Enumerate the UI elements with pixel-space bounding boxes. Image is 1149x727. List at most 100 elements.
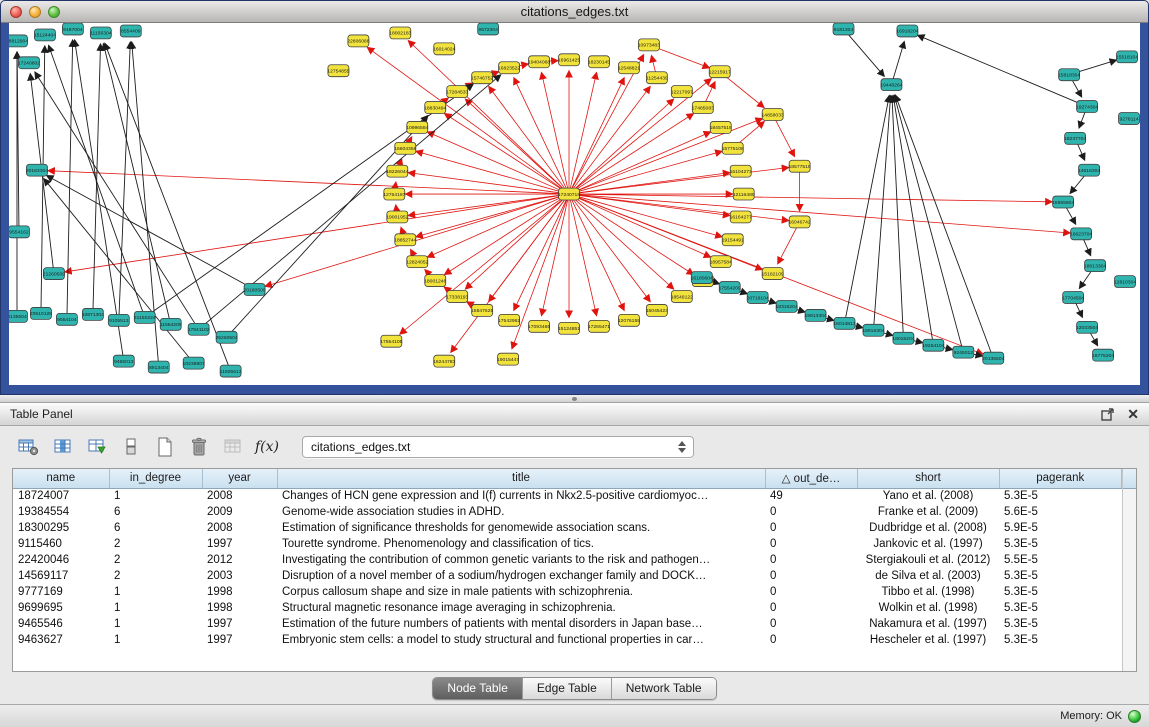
column-header-out_de[interactable]: △ out_de… [765, 469, 857, 488]
graph-node[interactable]: 17093465 [528, 320, 550, 332]
graph-node[interactable]: 9105513 [108, 314, 129, 326]
table-cell[interactable]: 2008 [202, 488, 277, 504]
graph-node[interactable]: 17704504 [1062, 292, 1084, 304]
citation-edge-black[interactable] [895, 95, 993, 358]
tab-network-table[interactable]: Network Table [612, 678, 716, 699]
close-window-button[interactable] [10, 6, 22, 18]
graph-node[interactable]: 15775108 [722, 142, 744, 154]
citation-edge-black[interactable] [893, 95, 933, 345]
graph-node[interactable]: 10996584 [406, 121, 428, 133]
graph-node[interactable]: 18230145 [588, 56, 610, 68]
graph-node[interactable]: 12754187 [383, 188, 405, 200]
graph-node[interactable]: 12116489 [733, 188, 755, 200]
table-cell[interactable]: 1997 [202, 616, 277, 632]
graph-node[interactable]: 18226044 [386, 165, 408, 177]
graph-node[interactable]: 20135504 [982, 352, 1004, 364]
table-cell[interactable]: Franke et al. (2009) [857, 504, 999, 520]
graph-node[interactable]: 18316204 [776, 300, 798, 312]
table-cell[interactable]: Disruption of a novel member of a sodium… [277, 568, 765, 584]
graph-node[interactable]: 19254104 [922, 339, 944, 351]
graph-node[interactable]: 16823522 [498, 62, 520, 74]
table-cell[interactable]: 1 [109, 600, 202, 616]
graph-node[interactable]: 20718104 [747, 292, 769, 304]
graph-node[interactable]: 9554104 [56, 313, 77, 325]
graph-node[interactable]: 15045423 [646, 304, 668, 316]
rows-button[interactable] [116, 434, 146, 460]
table-cell[interactable]: 9115460 [13, 536, 109, 552]
citation-edge-red[interactable] [569, 194, 1052, 202]
table-row[interactable]: 911546021997Tourette syndrome. Phenomeno… [13, 536, 1122, 552]
graph-node[interactable]: 16104273 [730, 165, 752, 177]
graph-node[interactable]: 18812904 [9, 35, 28, 47]
graph-node[interactable]: 9135504 [9, 310, 27, 322]
graph-node[interactable]: 12810304 [1114, 276, 1136, 288]
table-cell[interactable]: 5.3E-5 [999, 600, 1122, 616]
table-cell[interactable]: Structural magnetic resonance image aver… [277, 600, 765, 616]
graph-node[interactable]: 25260504 [216, 331, 238, 343]
graph-node[interactable]: 12217097 [671, 86, 693, 98]
table-row[interactable]: 946362711997Embryonic stem cells: a mode… [13, 632, 1122, 648]
table-cell[interactable]: Nakamura et al. (1997) [857, 616, 999, 632]
graph-node[interactable]: 18577519 [788, 160, 810, 172]
graph-node[interactable]: 18001248 [424, 275, 446, 287]
citation-edge-black[interactable] [67, 40, 73, 319]
citation-edge-black[interactable] [103, 44, 170, 325]
graph-node[interactable]: 9554162 [9, 226, 29, 238]
graph-node[interactable]: 8554409 [120, 25, 141, 37]
table-row[interactable]: 1456911722003Disruption of a novel membe… [13, 568, 1122, 584]
graph-node[interactable]: 15182109 [762, 268, 784, 280]
graph-node[interactable]: 16014024 [433, 43, 455, 55]
graph-node[interactable]: 19154491 [722, 234, 744, 246]
graph-node[interactable]: 16244783 [433, 355, 455, 367]
graph-node[interactable]: 16623704 [1070, 228, 1092, 240]
table-cell[interactable]: Stergiakouli et al. (2012) [857, 552, 999, 568]
graph-node[interactable]: 9572304 [478, 23, 499, 35]
table-cell[interactable]: 2009 [202, 504, 277, 520]
citation-edge-black[interactable] [44, 179, 194, 363]
graph-node[interactable]: 20163304 [26, 164, 48, 176]
show-columns-button[interactable] [48, 434, 78, 460]
table-cell[interactable]: 2012 [202, 552, 277, 568]
table-cell[interactable]: Estimation of the future numbers of pati… [277, 616, 765, 632]
table-cell[interactable]: 22420046 [13, 552, 109, 568]
table-cell[interactable]: Dudbridge et al. (2008) [857, 520, 999, 536]
graph-node[interactable]: 11554209 [160, 318, 182, 330]
column-header-year[interactable]: year [202, 469, 277, 488]
graph-node[interactable]: 16918204 [896, 25, 918, 37]
graph-node[interactable]: 8181304 [833, 23, 854, 35]
graph-node[interactable]: 16775204 [1092, 349, 1114, 361]
table-cell[interactable]: 0 [765, 536, 857, 552]
column-header-name[interactable]: name [13, 469, 109, 488]
table-cell[interactable]: 0 [765, 616, 857, 632]
table-cell[interactable]: 5.3E-5 [999, 584, 1122, 600]
graph-node[interactable]: 18957584 [710, 256, 732, 268]
tab-edge-table[interactable]: Edge Table [523, 678, 612, 699]
graph-node[interactable]: 19015447 [497, 353, 519, 365]
column-header-in_degree[interactable]: in_degree [109, 469, 202, 488]
table-row[interactable]: 1938455462009Genome-wide association stu… [13, 504, 1122, 520]
table-settings-button[interactable] [14, 434, 44, 460]
graph-node[interactable]: 16961425 [558, 54, 580, 66]
table-cell[interactable]: 9699695 [13, 600, 109, 616]
graph-node[interactable]: 15746752 [471, 72, 493, 84]
graph-node[interactable]: 19913304 [804, 309, 826, 321]
column-header-pagerank[interactable]: pagerank [999, 469, 1122, 488]
network-table-select[interactable]: citations_edges.txt [302, 436, 694, 458]
graph-node[interactable]: 15124404 [34, 29, 56, 41]
minimize-window-button[interactable] [29, 6, 41, 18]
graph-node[interactable]: 12754855 [327, 65, 349, 77]
table-cell[interactable]: 19384554 [13, 504, 109, 520]
graph-node[interactable]: 10973483 [638, 39, 660, 51]
graph-node[interactable]: 21150224 [134, 311, 156, 323]
graph-node[interactable]: 21260509 [43, 268, 65, 280]
table-cell[interactable]: 2003 [202, 568, 277, 584]
table-cell[interactable]: Embryonic stem cells: a model to study s… [277, 632, 765, 648]
table-cell[interactable]: Estimation of significance thresholds fo… [277, 520, 765, 536]
graph-node[interactable]: 20160509 [243, 284, 265, 296]
table-cell[interactable]: 0 [765, 552, 857, 568]
graph-node[interactable]: 17265471 [588, 320, 610, 332]
graph-node[interactable]: 18549122 [671, 291, 693, 303]
graph-node[interactable]: 17240718 [558, 188, 580, 200]
table-cell[interactable]: 18724007 [13, 488, 109, 504]
table-cell[interactable]: de Silva et al. (2003) [857, 568, 999, 584]
